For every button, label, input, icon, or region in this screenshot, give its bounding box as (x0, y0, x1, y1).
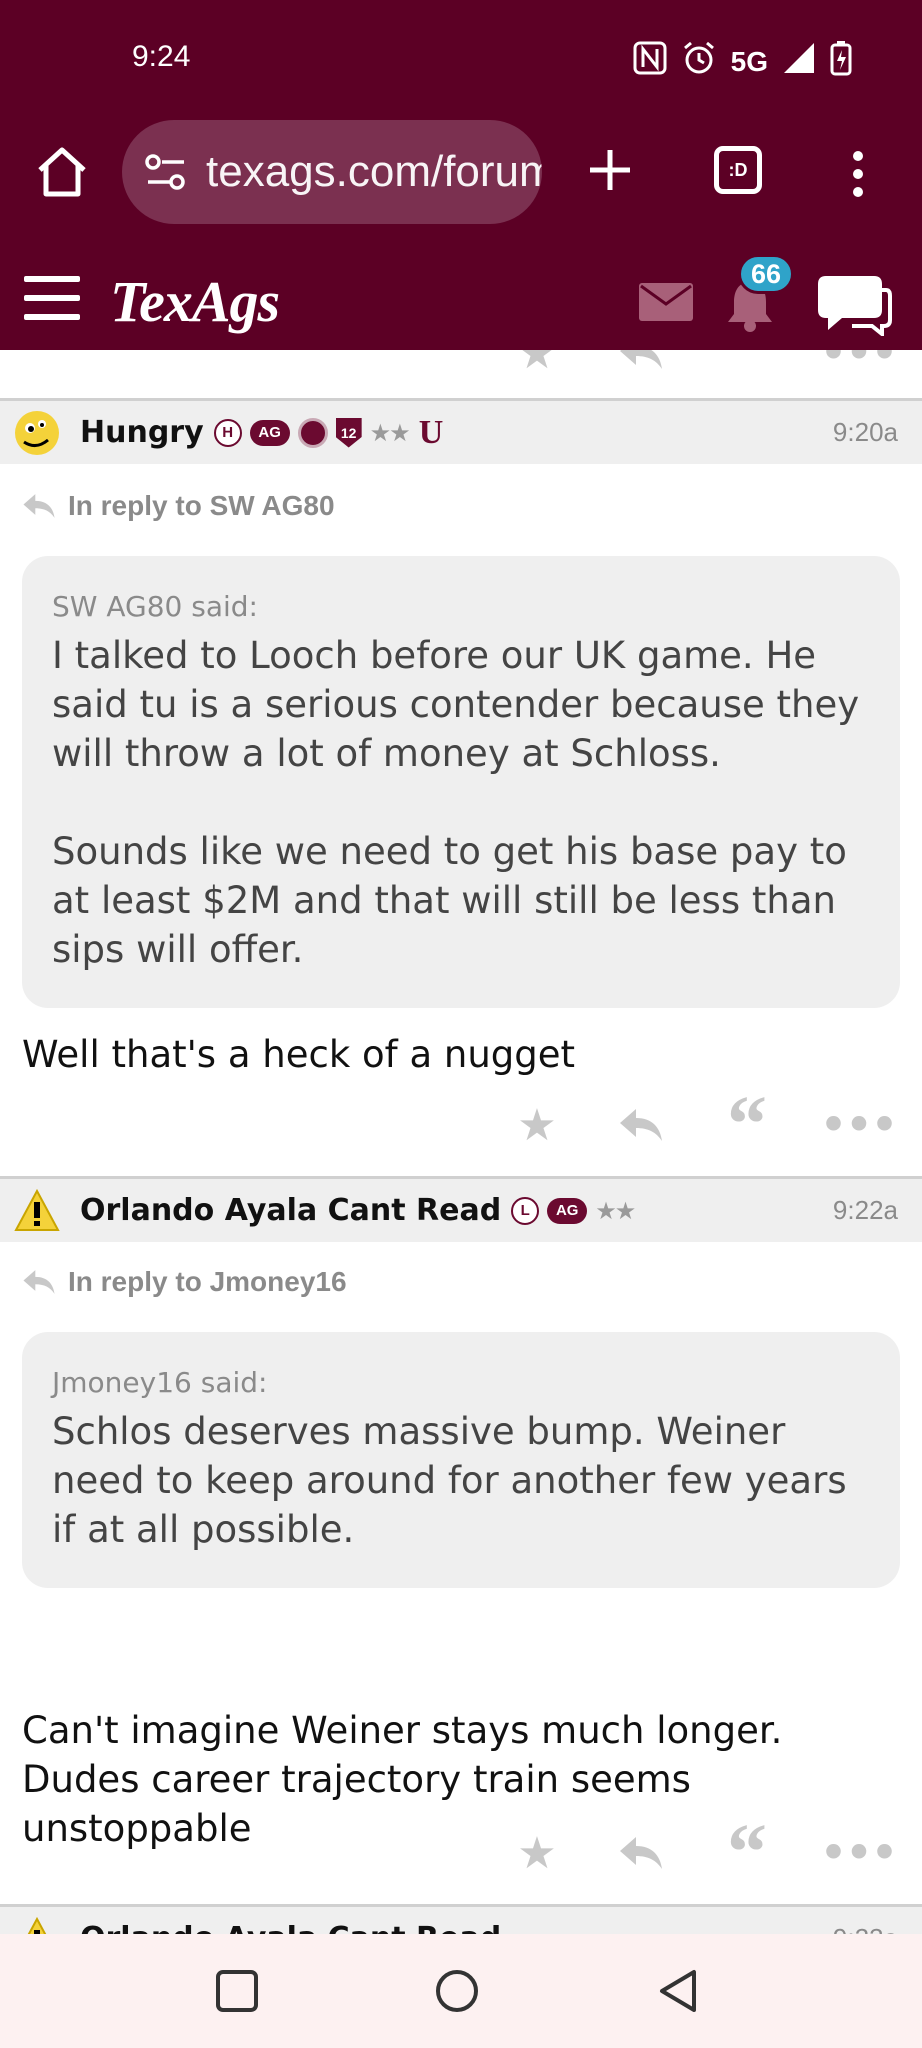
address-bar[interactable]: texags.com/forums (122, 120, 542, 224)
reply-icon[interactable] (618, 1830, 664, 1876)
mail-icon[interactable] (638, 282, 694, 322)
warning-avatar-icon[interactable] (14, 1188, 60, 1234)
url-text: texags.com/forums (206, 147, 542, 196)
ag-badge: AG (249, 419, 290, 446)
post-body: Well that's a heck of a nugget (22, 1033, 576, 1076)
quote-box: Jmoney16 said: Schlos deserves massive b… (22, 1332, 900, 1588)
recents-icon[interactable] (214, 1968, 260, 2018)
reply-arrow-icon (23, 1270, 55, 1294)
avatar[interactable] (14, 410, 60, 456)
ag-badge: AG (547, 1197, 588, 1224)
status-time: 9:24 (132, 40, 191, 73)
quote-author: SW AG80 said: (52, 590, 258, 623)
username[interactable]: Hungry (80, 415, 204, 450)
post-header: Hungry H AG 12 ★★ U 9:20a (0, 398, 922, 464)
reply-to-text: In reply to SW AG80 (68, 490, 335, 521)
reply-to-link[interactable]: In reply to Jmoney16 (22, 1266, 347, 1298)
home-icon[interactable] (34, 144, 90, 200)
status-icons: 5G (633, 40, 852, 83)
post-time[interactable]: 9:22a (833, 1195, 898, 1226)
nfc-icon (633, 41, 667, 82)
rank-mark: U (418, 413, 444, 451)
battery-icon (830, 40, 852, 83)
reply-arrow-icon (23, 494, 55, 518)
network-label: 5G (730, 45, 768, 77)
quote-text: I talked to Looch before our UK game. He… (52, 634, 860, 971)
site-logo[interactable]: TexAgs (110, 268, 280, 335)
browser-menu-icon[interactable] (848, 144, 868, 204)
reply-to-text: In reply to Jmoney16 (68, 1266, 347, 1297)
user-badge: H (213, 418, 242, 447)
notification-count-badge: 66 (738, 254, 794, 294)
quote-text: Schlos deserves massive bump. Weiner nee… (52, 1410, 847, 1551)
reply-to-link[interactable]: In reply to SW AG80 (22, 490, 335, 522)
url-row: texags.com/forums :D (0, 120, 922, 224)
quote-author: Jmoney16 said: (52, 1366, 268, 1399)
more-icon[interactable]: ••• (819, 1824, 899, 1882)
star-icon[interactable]: ★ (514, 1828, 560, 1879)
hamburger-menu-icon[interactable] (24, 276, 80, 320)
home-nav-icon[interactable] (434, 1968, 480, 2018)
star-icon[interactable]: ★ (514, 1100, 560, 1151)
tab-switcher-button[interactable]: :D (714, 146, 762, 194)
alarm-icon (681, 40, 717, 83)
chat-icon[interactable] (812, 270, 892, 339)
more-icon[interactable]: ••• (819, 1096, 899, 1154)
page: 9:24 5G texags.com/forums:D TexAgs 66 ★… (0, 0, 922, 2048)
quote-icon[interactable]: “ (724, 1085, 770, 1165)
user-stars: ★★ (595, 1196, 636, 1225)
username[interactable]: Orlando Ayala Cant Read (80, 1193, 501, 1228)
site-settings-icon[interactable] (144, 152, 188, 192)
signal-icon (782, 41, 816, 82)
post-actions: ★ “ ••• (0, 1085, 922, 1165)
post-time[interactable]: 9:20a (833, 417, 898, 448)
post-header: Orlando Ayala Cant Read L AG ★★ 9:22a (0, 1176, 922, 1242)
shield-badge: 12 (335, 417, 362, 448)
back-icon[interactable] (656, 1968, 702, 2018)
browser-chrome: 9:24 5G texags.com/forums:D TexAgs (0, 0, 922, 350)
user-stars: ★★ (369, 418, 411, 447)
post-actions: ★ “ ••• (0, 1813, 922, 1893)
system-nav-bar (0, 1934, 922, 2048)
new-tab-icon[interactable] (580, 140, 640, 200)
seal-badge-icon (297, 417, 328, 448)
quote-icon[interactable]: “ (724, 1813, 770, 1893)
reply-icon[interactable] (618, 1102, 664, 1148)
quote-box: SW AG80 said: I talked to Looch before o… (22, 556, 900, 1008)
user-badge: L (511, 1196, 540, 1225)
